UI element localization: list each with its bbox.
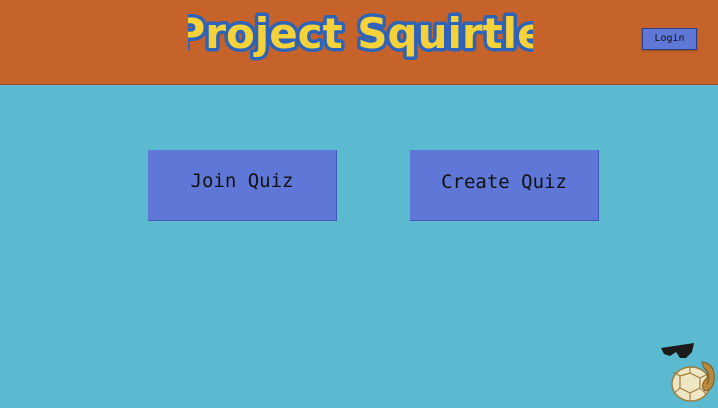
join-quiz-button[interactable]: Join Quiz <box>148 150 337 221</box>
squirtle-shell-icon <box>656 340 718 404</box>
logo-svg: Project Squirtle <box>188 6 533 62</box>
login-button[interactable]: Login <box>642 28 697 50</box>
create-quiz-button[interactable]: Create Quiz <box>410 150 599 221</box>
logo: Project Squirtle <box>188 2 533 72</box>
logo-text: Project Squirtle <box>188 9 533 58</box>
join-quiz-label: Join Quiz <box>190 170 294 192</box>
create-quiz-label: Create Quiz <box>441 171 567 193</box>
header-bar: Project Squirtle Login <box>0 0 718 85</box>
